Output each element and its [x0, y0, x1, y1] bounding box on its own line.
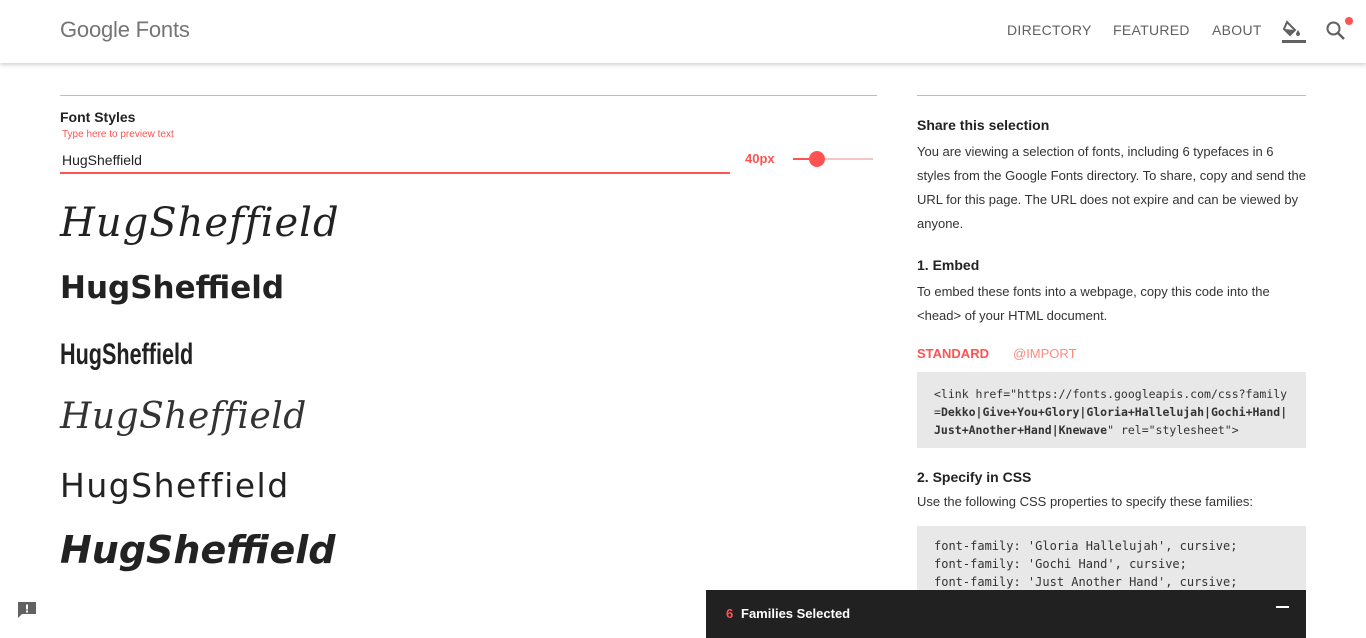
preview-text-input[interactable] — [60, 148, 730, 174]
google-fonts-logo[interactable]: Google Fonts — [60, 17, 190, 43]
nav-about[interactable]: ABOUT — [1212, 22, 1262, 38]
embed-code: <link href="https://fonts.googleapis.com… — [934, 387, 1288, 437]
minimize-icon[interactable] — [1276, 606, 1289, 608]
css-line: font-family: 'Gloria Hallelujah', cursiv… — [934, 539, 1238, 553]
css-line: font-family: 'Gochi Hand', cursive; — [934, 557, 1187, 571]
size-slider-thumb[interactable] — [809, 151, 825, 167]
font-preview-dekko: HugSheffield — [60, 200, 340, 246]
feedback-icon[interactable] — [17, 601, 37, 619]
search-icon[interactable] — [1325, 20, 1347, 42]
font-preview-knewave: HugSheffield — [60, 528, 336, 572]
embed-body: To embed these fonts into a webpage, cop… — [917, 284, 1270, 323]
tab-import[interactable]: @IMPORT — [1013, 346, 1077, 361]
css-line: font-family: 'Just Another Hand', cursiv… — [934, 575, 1238, 589]
font-size-label: 40px — [745, 151, 775, 166]
embed-code-box[interactable]: <link href="https://fonts.googleapis.com… — [917, 372, 1306, 448]
families-count: 6 — [726, 606, 734, 621]
nav-featured[interactable]: FEATURED — [1113, 22, 1190, 38]
share-selection-title: Share this selection — [917, 117, 1050, 133]
size-slider-track[interactable] — [817, 158, 873, 160]
font-preview-give-you-glory: HugSheffield — [60, 396, 307, 437]
embed-title: 1. Embed — [917, 257, 980, 273]
families-selected-label: Families Selected — [741, 606, 851, 621]
nav-directory[interactable]: DIRECTORY — [1007, 22, 1092, 38]
top-app-bar: Google Fonts DIRECTORY FEATURED ABOUT — [0, 0, 1366, 63]
font-styles-title: Font Styles — [60, 109, 136, 125]
divider — [60, 95, 877, 96]
families-selected-tray[interactable]: 6 Families Selected — [706, 590, 1306, 638]
notification-dot — [1345, 17, 1353, 25]
font-preview-gochi-hand: HugSheffield — [60, 466, 290, 505]
css-title: 2. Specify in CSS — [917, 469, 1032, 485]
tab-standard[interactable]: STANDARD — [917, 346, 989, 361]
share-selection-body: You are viewing a selection of fonts, in… — [917, 144, 1306, 231]
divider — [917, 95, 1306, 96]
font-preview-knewave-style-1: HugSheffield — [60, 270, 285, 306]
font-preview-just-another-hand: HugSheffield — [60, 338, 194, 371]
paint-bucket-icon[interactable] — [1281, 18, 1307, 44]
css-body: Use the following CSS properties to spec… — [917, 494, 1253, 509]
preview-input-hint: Type here to preview text — [62, 129, 174, 140]
